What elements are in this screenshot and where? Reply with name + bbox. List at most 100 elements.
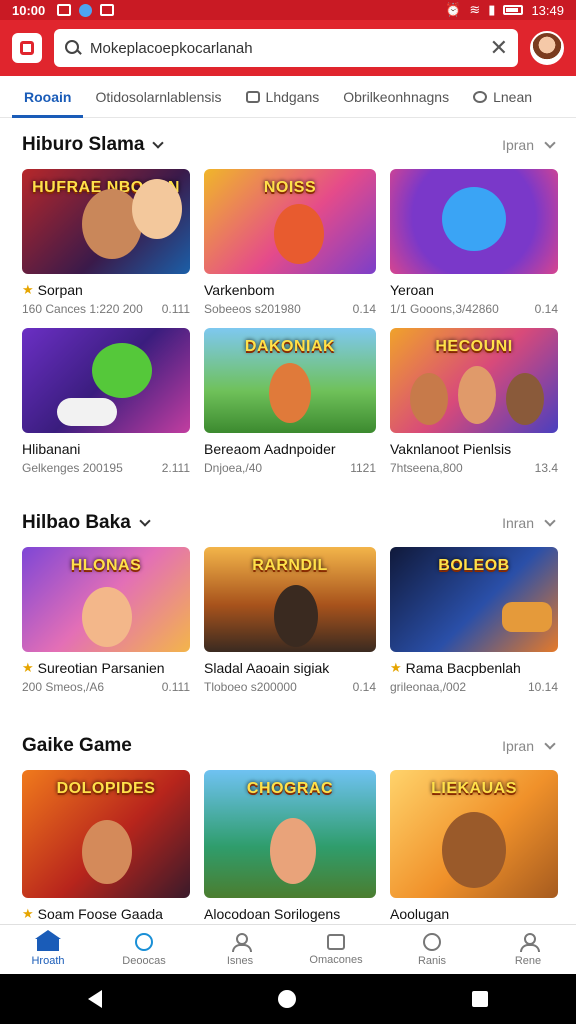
card-title: Soam Foose Gaada bbox=[37, 906, 163, 922]
game-card[interactable]: DOLOPIDES ★ Soam Foose Gaada bbox=[22, 770, 190, 922]
thumbnail-title: DOLOPIDES bbox=[56, 780, 156, 797]
game-card[interactable]: CHOGRAC Alocodoan Sorilogens bbox=[204, 770, 376, 922]
game-thumbnail[interactable]: CHOGRAC bbox=[204, 770, 376, 898]
card-title: Sureotian Parsanien bbox=[37, 660, 165, 676]
tab-categories[interactable]: Otidosolarnlablensis bbox=[83, 76, 233, 118]
card-rating: 10.14 bbox=[527, 680, 558, 694]
search-input[interactable] bbox=[90, 39, 482, 57]
alarm-icon: ⏰ bbox=[445, 2, 462, 17]
game-thumbnail[interactable]: BOLEOB bbox=[390, 547, 558, 652]
star-icon: ★ bbox=[22, 660, 34, 675]
card-meta: Dnjoea,/40 bbox=[204, 461, 263, 475]
notification-icon bbox=[57, 3, 72, 16]
star-icon: ★ bbox=[22, 906, 34, 921]
card-rating: 2.111 bbox=[161, 461, 190, 475]
card-rating: 0.111 bbox=[161, 302, 190, 316]
signal-icon: ▮ bbox=[488, 2, 496, 17]
game-card[interactable]: HUFRAE NBOOSN ★ Sorpan 160 Cances 1:220 2… bbox=[22, 169, 190, 316]
house-icon bbox=[245, 90, 260, 103]
game-card[interactable]: HECOUNI Vaknlanoot Pienlsis 7htseena,800… bbox=[390, 328, 558, 475]
see-all-link[interactable]: Ipran bbox=[502, 738, 556, 754]
nav-label: Hroath bbox=[31, 954, 65, 967]
tab-collections[interactable]: Obrilkeonhnagns bbox=[331, 76, 461, 118]
tab-label: Lnean bbox=[493, 88, 533, 105]
game-thumbnail[interactable]: NOISS bbox=[204, 169, 376, 274]
chevron-down-icon bbox=[544, 738, 556, 750]
tab-games[interactable]: Lhdgans bbox=[234, 76, 332, 118]
nav-label: Omacones bbox=[309, 953, 363, 966]
game-thumbnail[interactable]: RARNDIL bbox=[204, 547, 376, 652]
game-thumbnail[interactable]: DAKONIAK bbox=[204, 328, 376, 433]
game-card[interactable]: LIEKAUAS Aoolugan bbox=[390, 770, 558, 922]
see-all-label: Ipran bbox=[502, 738, 534, 754]
people-icon bbox=[231, 932, 252, 952]
chevron-down-icon[interactable] bbox=[139, 515, 151, 527]
nav-mail[interactable]: Omacones bbox=[288, 925, 384, 974]
search-icon bbox=[423, 932, 441, 951]
nav-label: Deoocas bbox=[122, 954, 166, 967]
game-thumbnail[interactable] bbox=[390, 169, 558, 274]
see-all-label: Inran bbox=[502, 515, 534, 531]
game-thumbnail[interactable]: LIEKAUAS bbox=[390, 770, 558, 898]
see-all-link[interactable]: Inran bbox=[502, 515, 556, 531]
game-thumbnail[interactable]: DOLOPIDES bbox=[22, 770, 190, 898]
game-thumbnail[interactable]: HECOUNI bbox=[390, 328, 558, 433]
thumbnail-title: HECOUNI bbox=[435, 338, 513, 355]
card-title: Rama Bacpbenlah bbox=[405, 660, 521, 676]
card-meta: Gelkenges 200195 bbox=[22, 461, 123, 475]
nav-profile[interactable]: Rene bbox=[480, 925, 576, 974]
clear-search-icon[interactable]: ✕ bbox=[490, 37, 508, 59]
game-thumbnail[interactable]: HLONAS bbox=[22, 547, 190, 652]
card-rating: 0.111 bbox=[161, 680, 190, 694]
game-card[interactable]: RARNDIL Sladal Aaoain sigiak Tloboeo s20… bbox=[204, 547, 376, 694]
section-title: Gaike Game bbox=[22, 735, 132, 756]
card-meta: Sobeeos s201980 bbox=[204, 302, 301, 316]
card-meta: 7htseena,800 bbox=[390, 461, 463, 475]
recent-apps-icon[interactable] bbox=[472, 991, 488, 1007]
home-button-icon[interactable] bbox=[278, 990, 296, 1008]
see-all-label: Ipran bbox=[502, 137, 534, 153]
card-rating: 0.14 bbox=[352, 302, 376, 316]
avatar[interactable] bbox=[530, 31, 564, 65]
card-meta: Tloboeo s200000 bbox=[204, 680, 297, 694]
star-icon: ★ bbox=[22, 282, 34, 297]
see-all-link[interactable]: Ipran bbox=[502, 137, 556, 153]
card-rating: 0.14 bbox=[352, 680, 376, 694]
search-icon bbox=[64, 39, 82, 57]
chevron-down-icon bbox=[544, 515, 556, 527]
nav-search[interactable]: Ranis bbox=[384, 925, 480, 974]
game-card[interactable]: HLONAS ★ Sureotian Parsanien 200 Smeos,/A… bbox=[22, 547, 190, 694]
tab-chat[interactable]: Lnean bbox=[461, 76, 544, 118]
card-rating: 13.4 bbox=[534, 461, 558, 475]
section-title: Hilbao Baka bbox=[22, 512, 131, 533]
game-card[interactable]: Yeroan 1/1 Gooons,3/42860 0.14 bbox=[390, 169, 558, 316]
app-notification-icon bbox=[79, 3, 93, 17]
app-logo[interactable] bbox=[12, 33, 42, 63]
thumbnail-title: HLONAS bbox=[70, 557, 142, 574]
game-card[interactable]: Hlibanani Gelkenges 200195 2.111 bbox=[22, 328, 190, 475]
thumbnail-title: NOISS bbox=[263, 179, 317, 196]
game-thumbnail[interactable]: HUFRAE NBOOSN bbox=[22, 169, 190, 274]
card-meta: 200 Smeos,/A6 bbox=[22, 680, 105, 694]
game-card[interactable]: BOLEOB ★ Rama Bacpbenlah grileonaa,/002 10… bbox=[390, 547, 558, 694]
battery-icon bbox=[503, 5, 524, 15]
card-title: Sorpan bbox=[37, 282, 83, 298]
wifi-icon: ≋ bbox=[469, 2, 481, 17]
game-thumbnail[interactable] bbox=[22, 328, 190, 433]
tab-home[interactable]: Rooain bbox=[12, 76, 84, 118]
card-title: Varkenbom bbox=[204, 282, 275, 298]
game-card[interactable]: DAKONIAK Bereaom Aadnpoider Dnjoea,/40 11… bbox=[204, 328, 376, 475]
card-title: Aoolugan bbox=[390, 906, 450, 922]
nav-chat[interactable]: Deoocas bbox=[96, 925, 192, 974]
card-rating: 1121 bbox=[350, 461, 376, 475]
section-title: Hiburo Slama bbox=[22, 134, 145, 155]
section-2: Hilbao Baka Inran HLONAS ★ Sureotian Pars… bbox=[0, 506, 576, 706]
search-bar[interactable]: ✕ bbox=[54, 29, 518, 67]
nav-home[interactable]: Hroath bbox=[0, 925, 96, 974]
bottom-navigation: Hroath Deoocas Isnes Omacones Ranis Rene bbox=[0, 924, 576, 974]
chevron-down-icon[interactable] bbox=[152, 137, 165, 149]
card-title: Vaknlanoot Pienlsis bbox=[390, 441, 512, 457]
nav-people[interactable]: Isnes bbox=[192, 925, 288, 974]
back-icon[interactable] bbox=[88, 990, 102, 1008]
game-card[interactable]: NOISS Varkenbom Sobeeos s201980 0.14 bbox=[204, 169, 376, 316]
